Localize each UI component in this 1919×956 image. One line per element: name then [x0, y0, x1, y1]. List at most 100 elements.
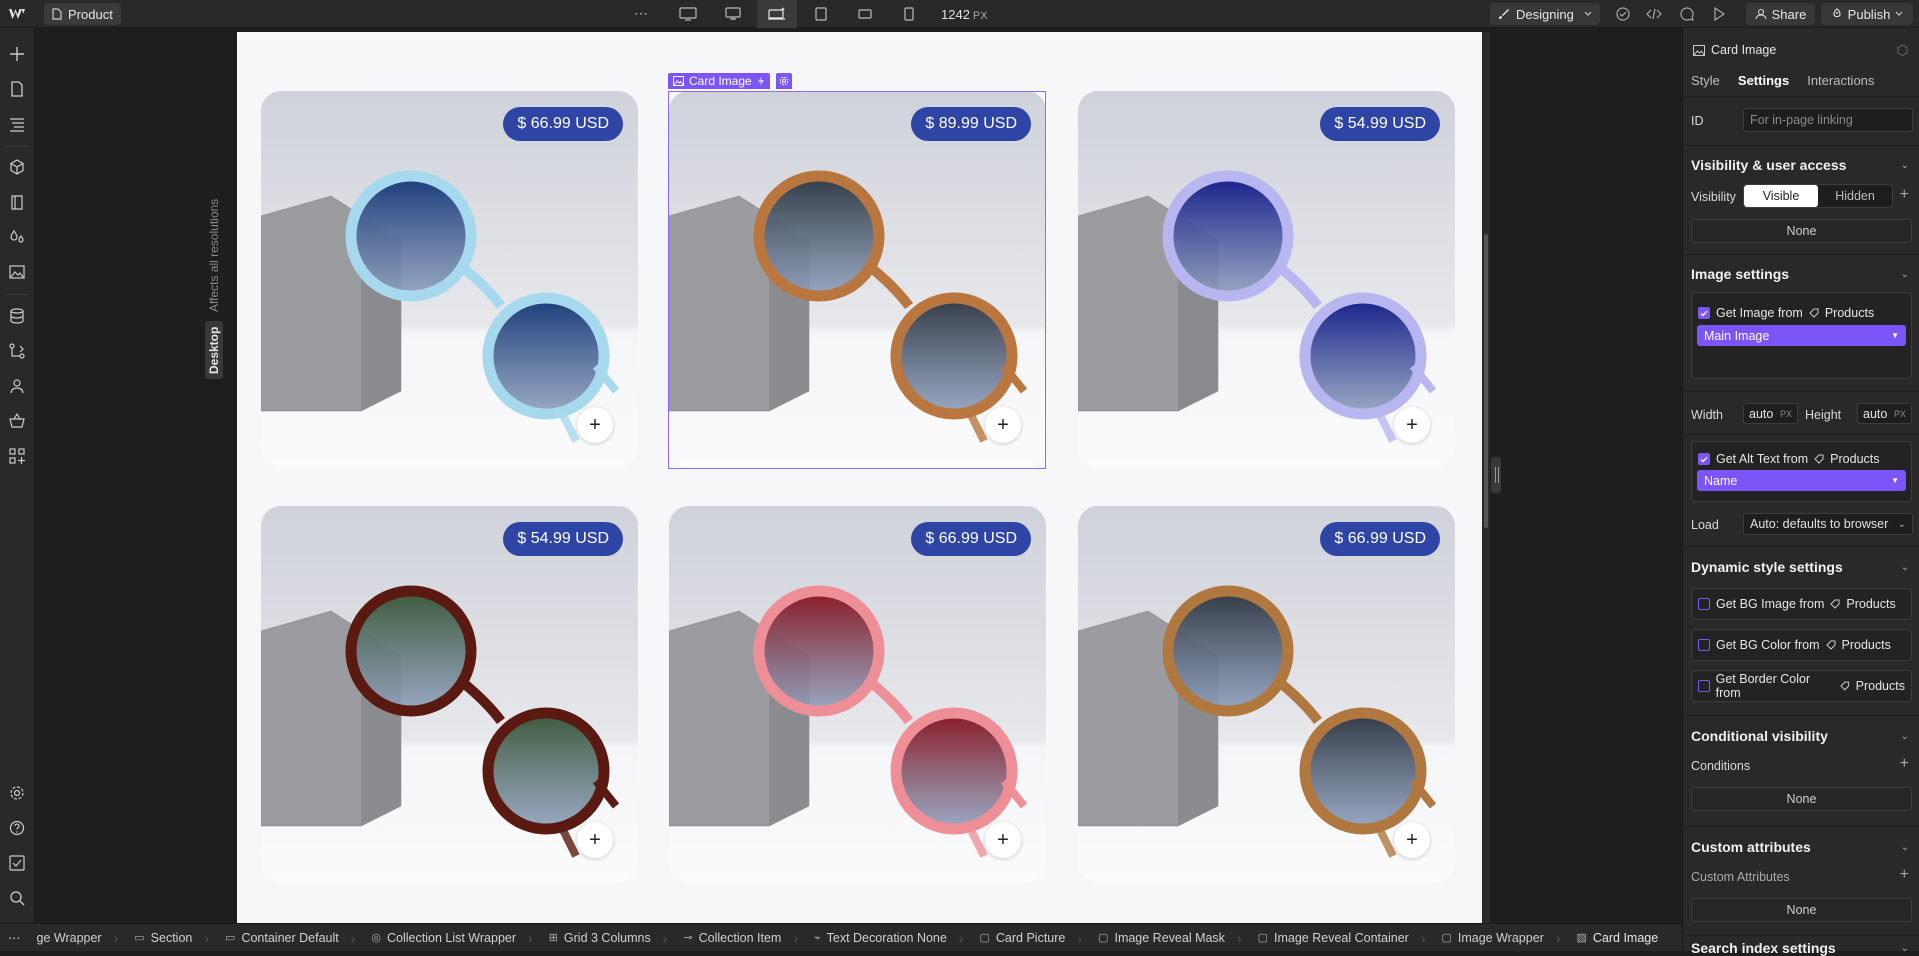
product-card[interactable]: $ 89.99 USD + — [669, 91, 1046, 468]
selected-element-label[interactable]: Card Image — [668, 73, 770, 89]
breakpoint-desktop-xl[interactable] — [713, 0, 753, 28]
users-icon[interactable] — [8, 377, 26, 395]
get-alt-checkbox[interactable] — [1698, 453, 1710, 465]
breadcrumb-item[interactable]: ▢ Image Reveal Container › — [1250, 924, 1434, 951]
style-selectors-icon[interactable] — [8, 193, 26, 211]
bg-color-binding[interactable]: Get BG Color from Products — [1691, 629, 1912, 661]
product-card[interactable]: $ 54.99 USD + — [261, 506, 638, 883]
breakpoint-tag[interactable]: Desktop — [205, 321, 223, 379]
dynamic-style-header[interactable]: Dynamic style settings — [1691, 559, 1843, 575]
height-unit[interactable]: PX — [1894, 409, 1906, 419]
width-unit[interactable]: PX — [1780, 409, 1792, 419]
ecommerce-basket-icon[interactable] — [8, 412, 26, 430]
breakpoint-large-desktop[interactable] — [668, 0, 708, 28]
page-selector[interactable]: Product — [44, 3, 121, 25]
add-to-cart-button[interactable]: + — [985, 407, 1021, 443]
bg-image-checkbox[interactable] — [1698, 598, 1710, 610]
chevron-down-icon[interactable]: ⌄ — [1901, 842, 1909, 853]
comments-icon[interactable] — [1679, 6, 1695, 22]
breadcrumb-item[interactable]: ⊸ Collection Item › — [675, 924, 806, 951]
visibility-none-box[interactable]: None — [1691, 219, 1912, 243]
assets-image-icon[interactable] — [8, 263, 26, 281]
canvas-scroll-thumb[interactable] — [1484, 234, 1488, 528]
chevron-down-icon[interactable]: ⌄ — [1901, 943, 1909, 954]
conditional-visibility-header[interactable]: Conditional visibility — [1691, 728, 1828, 744]
search-index-header[interactable]: Search index settings — [1691, 940, 1836, 956]
logic-flow-icon[interactable] — [8, 342, 26, 360]
bg-color-row[interactable]: Get BG Color from Products — [1692, 638, 1897, 652]
breadcrumb-item[interactable]: ▢ Image Reveal Mask › — [1090, 924, 1250, 951]
tab-interactions[interactable]: Interactions — [1807, 73, 1874, 88]
bg-image-binding[interactable]: Get BG Image from Products — [1691, 588, 1912, 620]
element-settings-button[interactable] — [776, 73, 792, 89]
product-card[interactable]: $ 66.99 USD + — [1078, 506, 1455, 883]
audit-check-icon[interactable] — [1615, 6, 1631, 22]
breakpoint-desktop[interactable] — [757, 0, 797, 28]
add-attribute-icon[interactable]: + — [1900, 866, 1909, 884]
webflow-logo-icon[interactable] — [8, 7, 26, 21]
chevron-down-icon[interactable]: ⌄ — [1901, 160, 1909, 171]
image-settings-header[interactable]: Image settings — [1691, 266, 1789, 282]
add-to-cart-button[interactable]: + — [1394, 407, 1430, 443]
breadcrumb-item[interactable]: ▭ Container Default › — [217, 924, 363, 951]
add-to-cart-button[interactable]: + — [577, 407, 613, 443]
navigator-icon[interactable] — [8, 115, 26, 133]
id-input[interactable]: For in-page linking — [1743, 108, 1913, 132]
apps-icon[interactable] — [8, 447, 26, 465]
add-condition-icon[interactable]: + — [1900, 755, 1909, 773]
publish-button[interactable]: Publish — [1821, 3, 1913, 25]
breadcrumb-item[interactable]: ▭ Section › — [126, 924, 217, 951]
variables-drop-icon[interactable] — [8, 228, 26, 246]
breadcrumb-item[interactable]: ▢ Image Wrapper › — [1433, 924, 1568, 951]
breadcrumb-item[interactable]: ge Wrapper › — [29, 924, 127, 951]
search-icon[interactable] — [8, 889, 26, 907]
visibility-section-header[interactable]: Visibility & user access — [1691, 157, 1846, 173]
breadcrumb-overflow-icon[interactable]: ⋯ — [0, 924, 29, 951]
checklist-icon[interactable] — [8, 854, 26, 872]
preview-play-icon[interactable] — [1711, 6, 1727, 22]
more-icon[interactable]: ⋯ — [634, 5, 649, 22]
add-to-cart-button[interactable]: + — [577, 822, 613, 858]
add-visibility-icon[interactable]: + — [1900, 186, 1909, 204]
breakpoint-mobile-landscape[interactable] — [845, 0, 885, 28]
chevron-down-icon[interactable]: ⌄ — [1901, 562, 1909, 573]
border-color-binding[interactable]: Get Border Color from Products — [1691, 670, 1912, 702]
product-card[interactable]: $ 66.99 USD + — [669, 506, 1046, 883]
alt-field-select[interactable]: Name ▼ — [1697, 470, 1906, 491]
main-image-select[interactable]: Main Image ▼ — [1697, 325, 1906, 346]
breakpoint-tablet[interactable] — [801, 0, 841, 28]
breadcrumb-item[interactable]: ⌁ Text Decoration None › — [806, 924, 972, 951]
add-elements-icon[interactable] — [8, 45, 26, 63]
visibility-hidden-option[interactable]: Hidden — [1818, 185, 1892, 207]
breakpoint-mobile-portrait[interactable] — [889, 0, 929, 28]
load-select[interactable]: Auto: defaults to browser ⌄ — [1743, 513, 1913, 535]
custom-attributes-none-box[interactable]: None — [1691, 898, 1912, 922]
breadcrumb-item[interactable]: ▢ Card Picture › — [972, 924, 1091, 951]
border-color-row[interactable]: Get Border Color from Products — [1692, 672, 1911, 700]
mode-dropdown[interactable]: Designing — [1490, 3, 1600, 25]
border-color-checkbox[interactable] — [1698, 680, 1710, 692]
tab-style[interactable]: Style — [1691, 73, 1720, 88]
settings-gear-icon[interactable] — [8, 784, 26, 802]
custom-attributes-header[interactable]: Custom attributes — [1691, 839, 1811, 855]
chevron-down-icon[interactable]: ⌄ — [1901, 269, 1909, 280]
get-image-row[interactable]: Get Image from Products — [1692, 301, 1911, 325]
component-settings-icon[interactable] — [1896, 44, 1909, 57]
bg-color-checkbox[interactable] — [1698, 639, 1710, 651]
breadcrumb-item[interactable]: ◎ Collection List Wrapper › — [363, 924, 540, 951]
height-input[interactable]: auto PX — [1857, 403, 1912, 424]
visibility-visible-option[interactable]: Visible — [1744, 185, 1818, 207]
share-button[interactable]: Share — [1746, 3, 1815, 25]
product-card[interactable]: $ 54.99 USD + — [1078, 91, 1455, 468]
bg-image-row[interactable]: Get BG Image from Products — [1692, 597, 1902, 611]
product-card[interactable]: $ 66.99 USD + — [261, 91, 638, 468]
chevron-down-icon[interactable]: ⌄ — [1901, 731, 1909, 742]
breadcrumb-item[interactable]: ⊞ Grid 3 Columns › — [541, 924, 676, 951]
canvas-resize-handle[interactable] — [1491, 457, 1501, 493]
tab-settings[interactable]: Settings — [1738, 73, 1789, 88]
pages-icon[interactable] — [8, 80, 26, 98]
cms-database-icon[interactable] — [8, 307, 26, 325]
help-icon[interactable] — [8, 819, 26, 837]
code-icon[interactable] — [1646, 6, 1662, 22]
components-icon[interactable] — [8, 158, 26, 176]
